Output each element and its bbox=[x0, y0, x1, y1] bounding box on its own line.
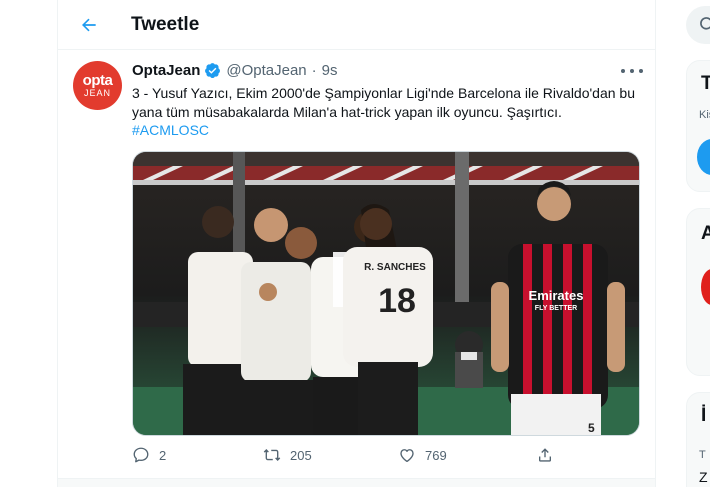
more-dot-icon bbox=[621, 69, 625, 73]
retweet-count: 205 bbox=[290, 447, 312, 463]
main-column: Tweetle opta JEAN OptaJean @OptaJean · 9… bbox=[57, 0, 656, 487]
top-bar: Tweetle bbox=[58, 0, 655, 50]
jersey-name: R. SANCHES bbox=[364, 262, 426, 273]
arrow-left-icon bbox=[82, 18, 96, 31]
like-button[interactable]: 769 bbox=[398, 446, 447, 464]
milan-sponsor: Emirates bbox=[529, 288, 584, 303]
handle[interactable]: @OptaJean bbox=[226, 62, 306, 79]
card-subtitle: Kiş bbox=[699, 109, 710, 121]
tweet-header: OptaJean @OptaJean · 9s bbox=[132, 62, 337, 79]
hashtag-link[interactable]: #ACMLOSC bbox=[132, 122, 209, 138]
milan-sponsor-sub: FLY BETTER bbox=[535, 305, 577, 312]
tweet-text: 3 - Yusuf Yazıcı, Ekim 2000'de Şampiyonl… bbox=[132, 84, 637, 140]
search-icon bbox=[700, 17, 710, 30]
milan-number: 5 bbox=[588, 421, 595, 435]
right-sidebar: T Kiş A İ T Z bbox=[656, 0, 710, 487]
divider bbox=[58, 478, 655, 487]
page-title: Tweetle bbox=[131, 13, 200, 35]
reply-count: 2 bbox=[159, 447, 167, 463]
retweet-button[interactable]: 205 bbox=[263, 446, 312, 464]
display-name[interactable]: OptaJean bbox=[132, 62, 200, 79]
sidebar-card-1: T Kiş bbox=[686, 60, 710, 192]
reply-icon bbox=[133, 447, 149, 463]
more-options-button[interactable] bbox=[621, 63, 643, 79]
back-button[interactable] bbox=[72, 8, 106, 42]
jersey-number-right: 18 bbox=[378, 282, 416, 320]
sidebar-card-2: A bbox=[686, 208, 710, 376]
separator-dot: · bbox=[311, 62, 317, 79]
tweet[interactable]: opta JEAN OptaJean @OptaJean · 9s 3 - Yu… bbox=[58, 50, 655, 480]
avatar[interactable]: opta JEAN bbox=[73, 61, 122, 110]
left-gutter bbox=[0, 0, 57, 487]
card-title: İ bbox=[701, 405, 707, 426]
tweet-actions: 2 205 769 bbox=[132, 446, 552, 468]
avatar[interactable] bbox=[701, 269, 710, 305]
retweet-icon bbox=[263, 449, 281, 461]
verified-badge-icon bbox=[204, 62, 221, 79]
football-celebration-photo: 12 6 R. SANCHES 18 bbox=[133, 152, 639, 435]
reply-button[interactable]: 2 bbox=[132, 446, 166, 464]
avatar-logo-text: opta bbox=[82, 71, 113, 89]
heart-icon bbox=[400, 449, 414, 463]
timestamp[interactable]: 9s bbox=[322, 62, 338, 79]
like-count: 769 bbox=[425, 447, 447, 463]
tweet-media-photo[interactable]: 12 6 R. SANCHES 18 bbox=[132, 151, 640, 436]
more-dot-icon bbox=[639, 69, 643, 73]
share-icon bbox=[539, 448, 551, 462]
card-line-2: Z bbox=[699, 469, 708, 485]
more-dot-icon bbox=[630, 69, 634, 73]
card-title: A bbox=[701, 223, 710, 244]
avatar[interactable] bbox=[697, 139, 710, 175]
search-input[interactable] bbox=[686, 6, 710, 44]
avatar-logo-subtext: JEAN bbox=[83, 87, 111, 98]
tweet-body: 3 - Yusuf Yazıcı, Ekim 2000'de Şampiyonl… bbox=[132, 85, 635, 120]
card-title: T bbox=[701, 73, 710, 94]
sidebar-card-3: İ T Z bbox=[686, 392, 710, 487]
share-button[interactable] bbox=[536, 446, 554, 464]
card-line-1: T bbox=[699, 449, 706, 461]
